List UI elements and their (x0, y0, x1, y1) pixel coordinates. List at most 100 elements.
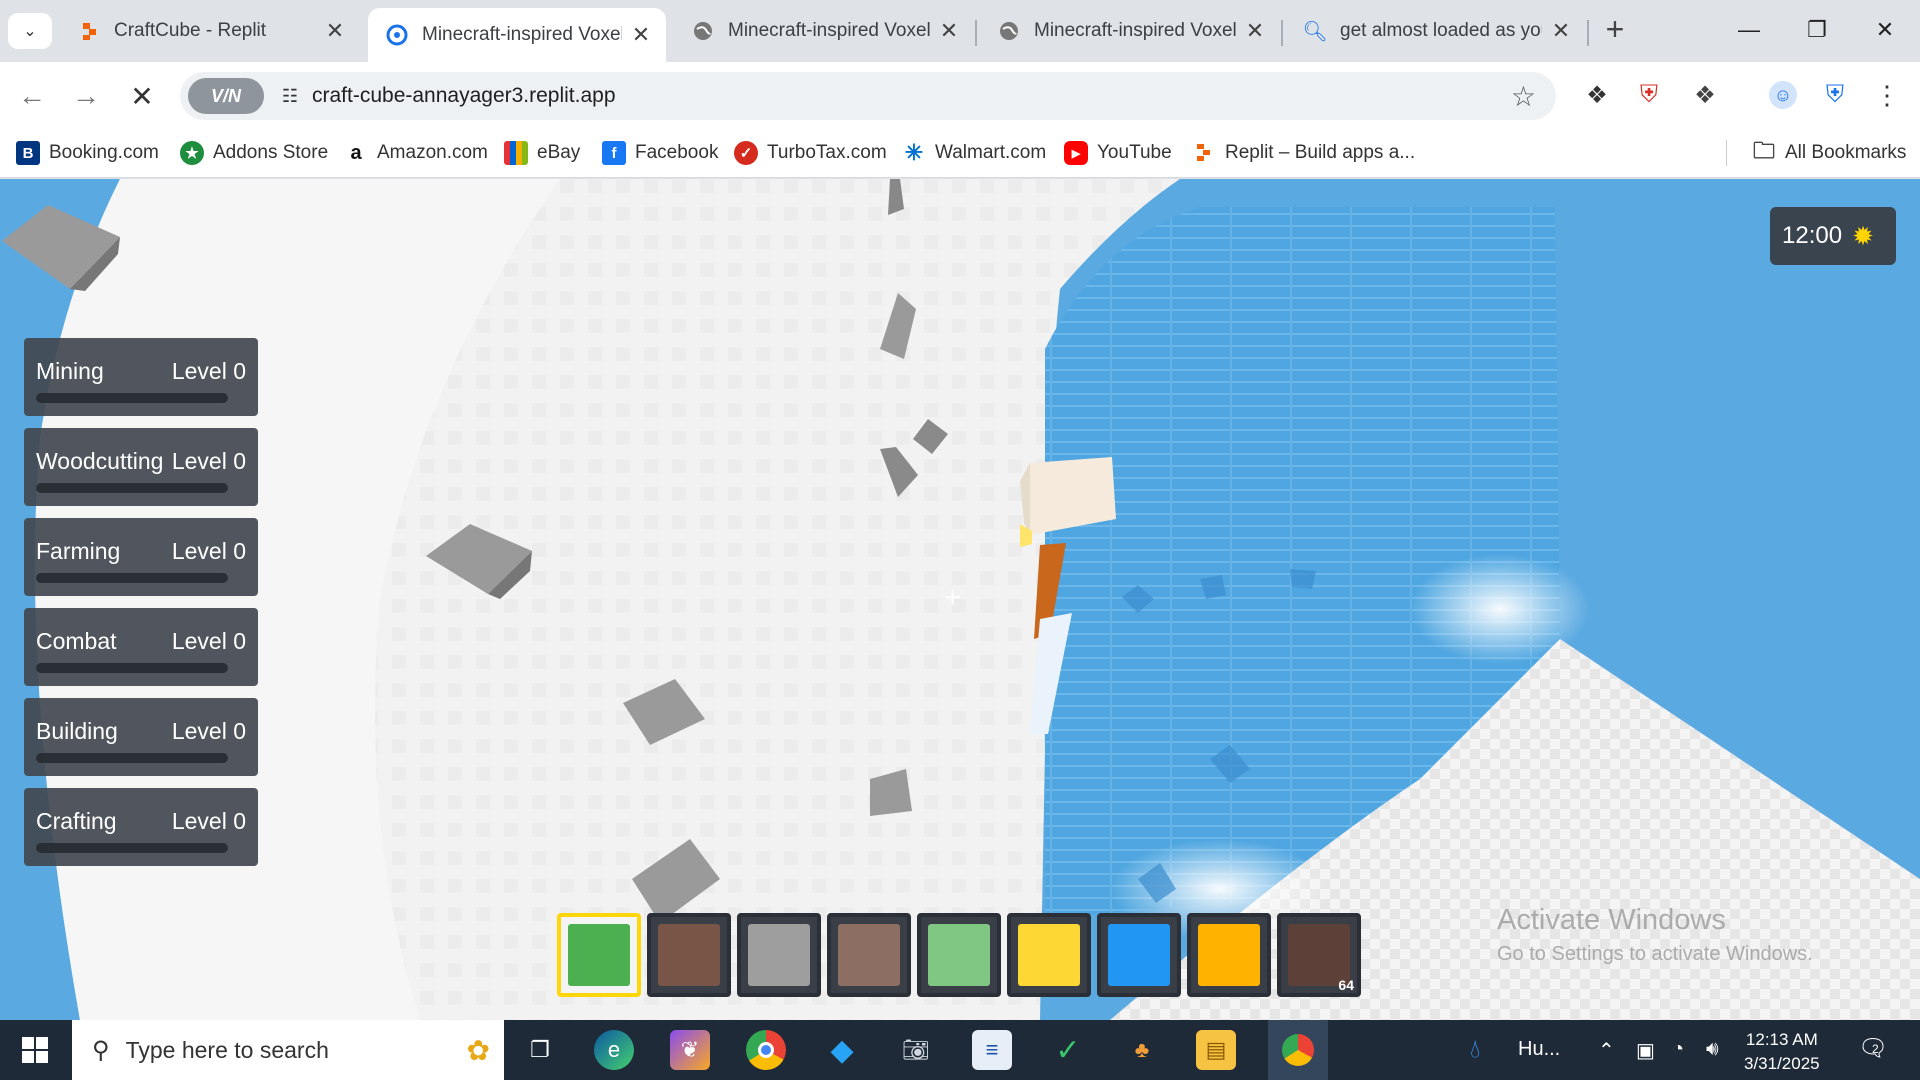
skill-progress-bar (36, 753, 228, 763)
bookmark-youtube[interactable]: ▶ YouTube (1064, 140, 1172, 166)
wifi-icon[interactable]: ◔ (1672, 1038, 1684, 1061)
restore-button[interactable]: ❐ (1782, 10, 1852, 50)
hotbar-slot-1[interactable] (557, 913, 641, 997)
bookmark-walmart[interactable]: ✳ Walmart.com (902, 140, 1046, 166)
windows-start-button[interactable] (0, 1020, 70, 1080)
chrome-active-icon[interactable] (1268, 1020, 1328, 1080)
meet-now-icon[interactable]: ▣ (1636, 1038, 1655, 1063)
edge-icon[interactable]: e (594, 1030, 634, 1070)
tab-separator (1587, 20, 1589, 46)
hotbar-slot-9[interactable]: 64 (1277, 913, 1361, 997)
copilot-icon[interactable]: ❦ (670, 1030, 710, 1070)
tab-minecraft-voxel-3[interactable]: Minecraft-inspired Voxel ✕ (980, 8, 1280, 54)
skill-progress-bar (36, 663, 228, 673)
hotbar-slot-8[interactable] (1187, 913, 1271, 997)
tab-search-button[interactable]: ⌄ (8, 13, 52, 49)
hotbar: 64 (557, 913, 1361, 999)
bookmark-star-icon[interactable]: ☆ (1511, 80, 1536, 113)
close-icon[interactable]: ✕ (1244, 18, 1266, 43)
taskbar-search-box[interactable]: ⚲ Type here to search ✿ (72, 1020, 504, 1080)
windows-logo-icon (22, 1037, 48, 1063)
app-check-icon[interactable]: ✓ (1048, 1030, 1088, 1070)
stop-loading-button[interactable]: ✕ (124, 78, 160, 114)
bookmark-facebook[interactable]: f Facebook (602, 140, 718, 166)
close-icon[interactable]: ✕ (324, 18, 346, 43)
system-clock[interactable]: 12:13 AM 3/31/2025 (1744, 1028, 1820, 1076)
bookmark-label: Addons Store (213, 142, 329, 163)
kodi-icon[interactable]: ◆ (822, 1030, 862, 1070)
site-info-icon[interactable]: ☷ (272, 78, 308, 114)
skill-name: Crafting (36, 808, 117, 834)
bookmark-label: TurboTax.com (767, 142, 887, 163)
url-text[interactable]: craft-cube-annayager3.replit.app (312, 84, 616, 108)
game-canvas[interactable]: Mining Level 0 Woodcutting Level 0 Farmi… (0, 179, 1920, 1020)
shield-extension-icon[interactable]: ⛨ (1632, 78, 1666, 112)
weather-text[interactable]: Hu... (1518, 1038, 1560, 1061)
bookmark-booking[interactable]: B Booking.com (16, 140, 159, 166)
tab-title: Minecraft-inspired Voxel (422, 24, 622, 45)
bookmark-addons-store[interactable]: ★ Addons Store (180, 140, 328, 166)
tab-minecraft-voxel-active[interactable]: Minecraft-inspired Voxel ✕ (368, 8, 666, 62)
hotbar-slot-6[interactable] (1007, 913, 1091, 997)
hotbar-slot-2[interactable] (647, 913, 731, 997)
skill-level: Level 0 (171, 448, 246, 474)
minimize-button[interactable]: — (1714, 10, 1784, 50)
show-hidden-icons-chevron-icon[interactable]: ⌃ (1598, 1038, 1615, 1063)
search-placeholder: Type here to search (125, 1036, 329, 1063)
vpn-badge[interactable]: V/N (188, 78, 264, 114)
file-explorer-icon[interactable]: ▤ (1196, 1030, 1236, 1070)
replit-app-icon (386, 24, 408, 46)
hotbar-slot-3[interactable] (737, 913, 821, 997)
watermark-subtitle: Go to Settings to activate Windows. (1497, 943, 1813, 965)
bookmark-ebay[interactable]: eBay (504, 140, 580, 166)
close-icon[interactable]: ✕ (938, 18, 960, 43)
security-shield-icon[interactable]: ⛨ (1818, 78, 1852, 112)
new-tab-button[interactable]: + (1598, 13, 1632, 48)
bookmark-label: Facebook (635, 142, 719, 163)
menu-kebab-icon[interactable]: ⋮ (1870, 78, 1904, 112)
hotbar-slot-7[interactable] (1097, 913, 1181, 997)
tab-minecraft-voxel-2[interactable]: Minecraft-inspired Voxel ✕ (674, 8, 974, 54)
browser-toolbar: ← → ✕ V/N ☷ craft-cube-annayager3.replit… (0, 62, 1920, 128)
task-view-icon[interactable]: ❐ (520, 1030, 560, 1070)
bookmark-replit[interactable]: Replit – Build apps a... (1192, 140, 1415, 166)
close-icon[interactable]: ✕ (1550, 18, 1572, 43)
bookmark-amazon[interactable]: a Amazon.com (344, 140, 488, 166)
extensions-icon[interactable]: ❖ (1688, 78, 1722, 112)
bookmark-label: YouTube (1097, 142, 1172, 163)
document-viewer-icon[interactable]: ≡ (972, 1030, 1012, 1070)
watermark-title: Activate Windows (1497, 904, 1726, 936)
tab-separator (975, 20, 977, 46)
skill-panel-mining: Mining Level 0 (24, 338, 258, 416)
game-app-icon[interactable]: ♣ (1122, 1030, 1162, 1070)
bookmark-turbotax[interactable]: ✓ TurboTax.com (734, 140, 887, 166)
hotbar-slot-4[interactable] (827, 913, 911, 997)
replit-icon (78, 20, 100, 42)
back-button[interactable]: ← (14, 78, 50, 114)
weather-icon[interactable]: 💧︎ (1470, 1033, 1480, 1065)
booking-icon: B (16, 141, 40, 165)
profile-avatar[interactable]: ☺ (1766, 78, 1800, 112)
skill-panel-crafting: Crafting Level 0 (24, 788, 258, 866)
sun-icon: ✹ (1852, 220, 1874, 251)
walmart-icon: ✳ (904, 140, 924, 165)
tab-craftcube-replit[interactable]: CraftCube - Replit ✕ (60, 8, 360, 54)
forward-button[interactable]: → (68, 78, 104, 114)
skill-progress-bar (36, 483, 228, 493)
bookmark-label: Amazon.com (377, 142, 488, 163)
notifications-icon[interactable]: 🗨︎ 2 (1858, 1034, 1888, 1063)
camera-icon[interactable]: 📷︎ (896, 1030, 936, 1070)
clock-time: 12:13 AM (1745, 1030, 1818, 1049)
close-icon[interactable]: ✕ (630, 22, 652, 47)
turbotax-icon: ✓ (734, 141, 758, 165)
skill-level: Level 0 (171, 808, 246, 834)
all-bookmarks-button[interactable]: 🗀︎ All Bookmarks (1752, 138, 1906, 166)
extension-puzzle-dark-icon[interactable]: ❖ (1580, 78, 1614, 112)
hotbar-slot-5[interactable] (917, 913, 1001, 997)
close-window-button[interactable]: ✕ (1850, 10, 1920, 50)
address-bar[interactable]: V/N ☷ craft-cube-annayager3.replit.app ☆ (180, 72, 1556, 120)
time-of-day-display: 12:00 ✹ (1770, 207, 1896, 265)
chrome-icon[interactable] (746, 1030, 786, 1070)
volume-icon[interactable]: 🔊︎ (1706, 1038, 1719, 1061)
tab-search-result[interactable]: 🔍︎ get almost loaded as you ✕ (1286, 8, 1586, 54)
